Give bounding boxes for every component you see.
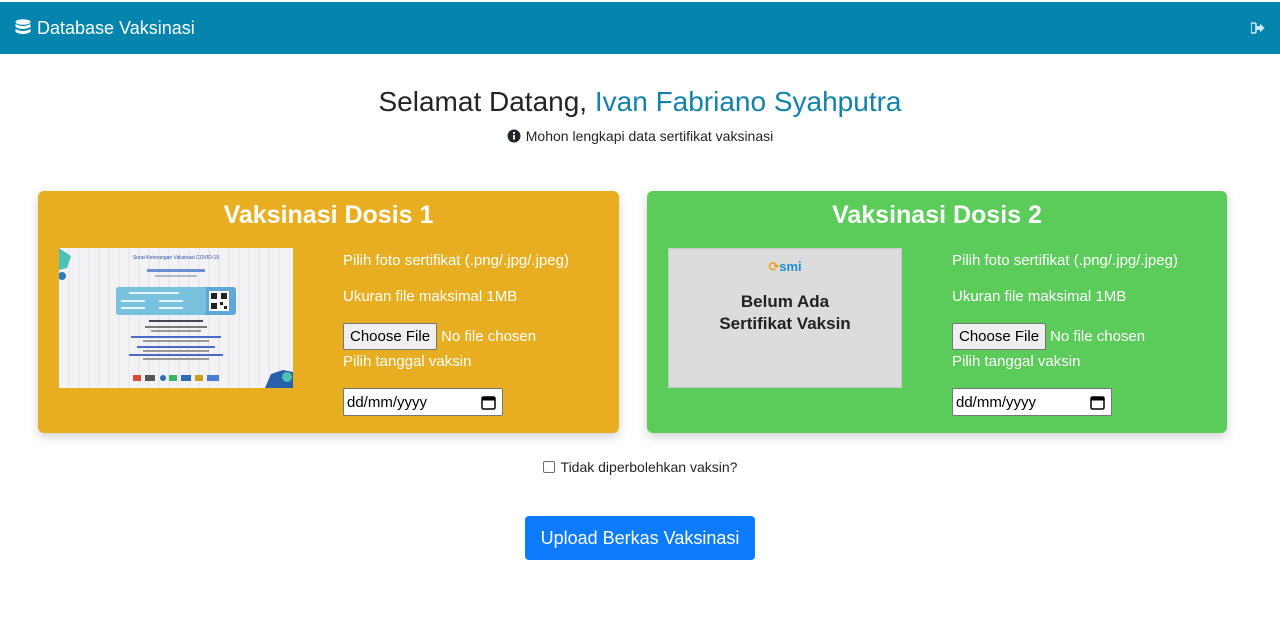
dose1-choose-file-button[interactable]: Choose File xyxy=(343,323,438,350)
dose1-date-label: Pilih tanggal vaksin xyxy=(343,353,472,370)
dose1-no-file-text: No file chosen xyxy=(441,328,537,345)
no-certificate-text: Belum Ada Sertifikat Vaksin xyxy=(719,292,851,333)
sign-out-icon xyxy=(1251,22,1265,34)
dose1-file-hint: Pilih foto sertifikat (.png/.jpg/.jpeg) xyxy=(343,252,569,269)
dose1-date-input[interactable]: dd/mm/yyyy xyxy=(343,388,503,416)
dose1-size-hint: Ukuran file maksimal 1MB xyxy=(343,288,518,305)
dose1-card: Vaksinasi Dosis 1 Surat Keterangan Vaksi… xyxy=(38,191,619,433)
not-allowed-label[interactable]: Tidak diperbolehkan vaksin? xyxy=(561,459,738,475)
dose1-title: Vaksinasi Dosis 1 xyxy=(223,201,434,229)
dose2-date-label: Pilih tanggal vaksin xyxy=(952,353,1081,370)
greeting-text: Selamat Datang, xyxy=(378,86,588,117)
page-title: Selamat Datang, Ivan Fabriano Syahputra xyxy=(0,86,1280,118)
dose2-file-hint: Pilih foto sertifikat (.png/.jpg/.jpeg) xyxy=(952,252,1178,269)
info-note: Mohon lengkapi data sertifikat vaksinasi xyxy=(0,128,1280,144)
info-note-text: Mohon lengkapi data sertifikat vaksinasi xyxy=(525,128,774,144)
dose2-no-file-text: No file chosen xyxy=(1050,328,1146,345)
dose2-date-input[interactable]: dd/mm/yyyy xyxy=(952,388,1112,416)
dose1-certificate-image: Surat Keterangan Vaksinasi COVID-19 xyxy=(59,248,293,388)
dose2-file-input[interactable]: Choose File No file chosen xyxy=(952,323,1145,350)
dose2-card: Vaksinasi Dosis 2 ⟳smi Belum Ada Sertifi… xyxy=(647,191,1227,433)
not-allowed-checkbox[interactable] xyxy=(542,461,555,473)
upload-button[interactable]: Upload Berkas Vaksinasi xyxy=(525,516,755,560)
dose2-size-hint: Ukuran file maksimal 1MB xyxy=(952,288,1127,305)
calendar-icon[interactable] xyxy=(1090,395,1105,410)
logout-button[interactable] xyxy=(1251,22,1265,34)
dose2-certificate-placeholder: ⟳smi Belum Ada Sertifikat Vaksin xyxy=(668,248,902,388)
smi-logo: ⟳smi xyxy=(768,259,802,274)
calendar-icon[interactable] xyxy=(481,395,496,410)
dose2-title: Vaksinasi Dosis 2 xyxy=(832,201,1042,229)
info-circle-icon xyxy=(507,129,521,143)
top-navbar: Database Vaksinasi xyxy=(0,2,1280,54)
user-name: Ivan Fabriano Syahputra xyxy=(594,86,902,117)
brand[interactable]: Database Vaksinasi xyxy=(15,18,195,39)
certificate-title: Surat Keterangan Vaksinasi COVID-19 xyxy=(133,255,219,261)
dose2-choose-file-button[interactable]: Choose File xyxy=(952,323,1047,350)
database-icon xyxy=(15,19,31,34)
dose2-date-placeholder: dd/mm/yyyy xyxy=(956,393,1037,411)
dose1-date-placeholder: dd/mm/yyyy xyxy=(347,393,428,411)
not-allowed-checkbox-row[interactable]: Tidak diperbolehkan vaksin? xyxy=(0,459,1280,475)
dose1-file-input[interactable]: Choose File No file chosen xyxy=(343,323,536,350)
brand-label: Database Vaksinasi xyxy=(37,17,195,38)
